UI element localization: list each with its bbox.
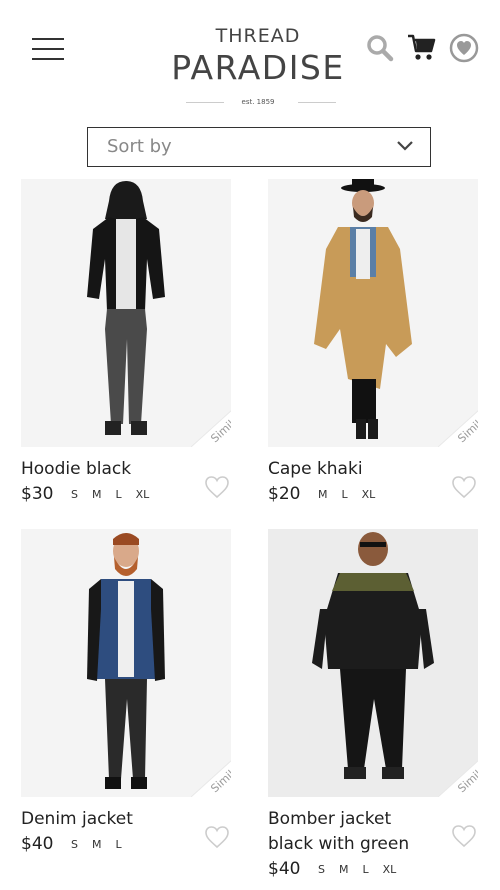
size-option[interactable]: XL — [136, 488, 150, 501]
product-image[interactable]: Similar — [268, 529, 478, 797]
favorite-heart-outline-icon[interactable] — [450, 474, 478, 500]
size-option[interactable]: M — [318, 488, 328, 501]
size-option[interactable]: M — [92, 838, 102, 851]
size-option[interactable]: S — [71, 488, 78, 501]
sort-by-dropdown[interactable]: Sort by — [87, 127, 431, 167]
size-option[interactable]: M — [92, 488, 102, 501]
favorite-heart-outline-icon[interactable] — [203, 824, 231, 850]
product-name[interactable]: Bomber jacket black with green — [268, 807, 418, 857]
product-price: $30 — [21, 484, 54, 504]
hamburger-menu-icon[interactable] — [32, 38, 64, 60]
logo-top-text: THREAD — [215, 25, 301, 47]
product-card[interactable]: Similar Bomber jacket black with green $… — [268, 529, 500, 885]
size-list: M L XL — [318, 488, 389, 501]
product-card[interactable]: Similar Denim jacket $40 SML — [21, 529, 253, 860]
similar-items-button[interactable]: Similar — [191, 741, 231, 797]
similar-items-button[interactable]: Similar — [438, 391, 478, 447]
chevron-down-icon — [397, 141, 413, 151]
size-option[interactable]: L — [115, 838, 121, 851]
product-card[interactable]: Similar Hoodie black $30 S M L XL — [21, 179, 253, 510]
size-list: S M L XL — [71, 488, 163, 501]
product-price: $40 — [268, 859, 301, 879]
product-card[interactable]: Similar Cape khaki $20 M L XL — [268, 179, 500, 510]
search-icon[interactable] — [366, 34, 394, 62]
cart-icon[interactable] — [406, 32, 436, 62]
size-option[interactable]: XL — [362, 488, 376, 501]
logo-main-text: PARADISE — [171, 48, 345, 87]
logo-established-text: est. 1859 — [160, 96, 356, 108]
similar-items-button[interactable]: Similar — [438, 741, 478, 797]
size-option[interactable]: S — [71, 838, 78, 851]
sort-by-label: Sort by — [107, 136, 172, 157]
size-option[interactable]: L — [362, 863, 368, 876]
product-image[interactable]: Similar — [268, 179, 478, 447]
size-option[interactable]: L — [115, 488, 121, 501]
product-image[interactable]: Similar — [21, 179, 231, 447]
size-option[interactable]: M — [339, 863, 349, 876]
product-price: $20 — [268, 484, 301, 504]
product-image[interactable]: Similar — [21, 529, 231, 797]
favorite-heart-outline-icon[interactable] — [450, 823, 478, 849]
size-option[interactable]: XL — [383, 863, 397, 876]
similar-items-button[interactable]: Similar — [191, 391, 231, 447]
product-price: $40 — [21, 834, 54, 854]
favorite-heart-outline-icon[interactable] — [203, 474, 231, 500]
size-list: S M L XL — [318, 863, 410, 876]
app-header: THREAD PARADISE est. 1859 — [0, 0, 500, 120]
size-option[interactable]: L — [342, 488, 348, 501]
size-option[interactable]: S — [318, 863, 325, 876]
size-list: S ML — [71, 838, 136, 851]
favorites-heart-icon[interactable] — [449, 33, 479, 63]
brand-logo[interactable]: THREAD PARADISE est. 1859 — [160, 24, 356, 108]
